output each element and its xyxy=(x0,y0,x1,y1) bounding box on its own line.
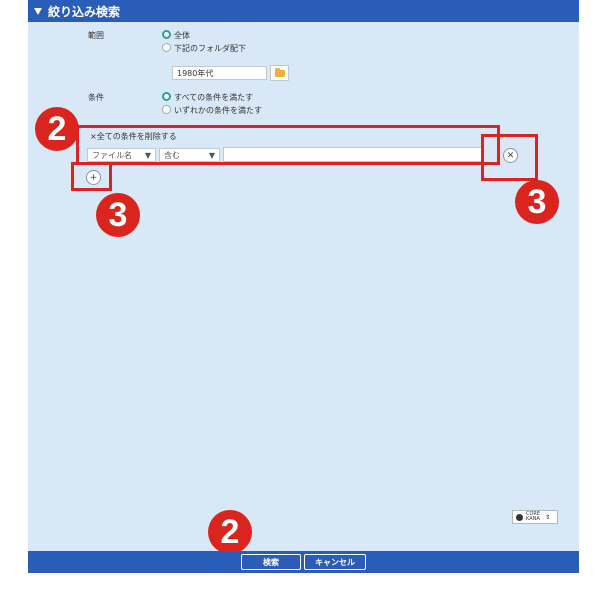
widget-line-2: KANA xyxy=(526,516,540,522)
scope-radio-all[interactable] xyxy=(162,30,171,39)
annotation-badge-3-left: 3 xyxy=(96,193,140,237)
annotation-box-condition-row xyxy=(76,125,500,165)
annotation-badge-2-top: 2 xyxy=(35,107,79,151)
annotation-box-remove xyxy=(481,134,538,181)
folder-input[interactable]: 1980年代 xyxy=(172,66,267,80)
scope-label: 範囲 xyxy=(88,31,104,40)
condition-radio-all[interactable] xyxy=(162,92,171,101)
filter-icon xyxy=(34,7,42,15)
cancel-button[interactable]: キャンセル xyxy=(304,554,366,570)
condition-label: 条件 xyxy=(88,93,104,102)
panel-header: 絞り込み検索 xyxy=(28,0,579,22)
contrast-icon xyxy=(516,513,523,521)
search-button[interactable]: 検索 xyxy=(241,554,301,570)
updown-icon: ⇕ xyxy=(545,513,551,521)
filter-panel xyxy=(28,0,579,573)
scope-radio-folder[interactable] xyxy=(162,43,171,52)
scope-option-all: 全体 xyxy=(174,31,190,40)
input-mode-widget[interactable]: CORE KANA ⇕ xyxy=(512,510,558,524)
condition-option-all: すべての条件を満たす xyxy=(174,93,254,102)
scope-option-folder: 下記のフォルダ配下 xyxy=(174,44,246,53)
annotation-box-add xyxy=(71,162,112,191)
condition-radio-any[interactable] xyxy=(162,105,171,114)
panel-title: 絞り込み検索 xyxy=(48,4,121,19)
condition-option-any: いずれかの条件を満たす xyxy=(174,106,262,115)
folder-icon xyxy=(274,67,285,77)
folder-browse-button[interactable] xyxy=(270,65,289,81)
annotation-badge-2-bottom: 2 xyxy=(208,510,252,554)
annotation-badge-3-right: 3 xyxy=(515,180,559,224)
